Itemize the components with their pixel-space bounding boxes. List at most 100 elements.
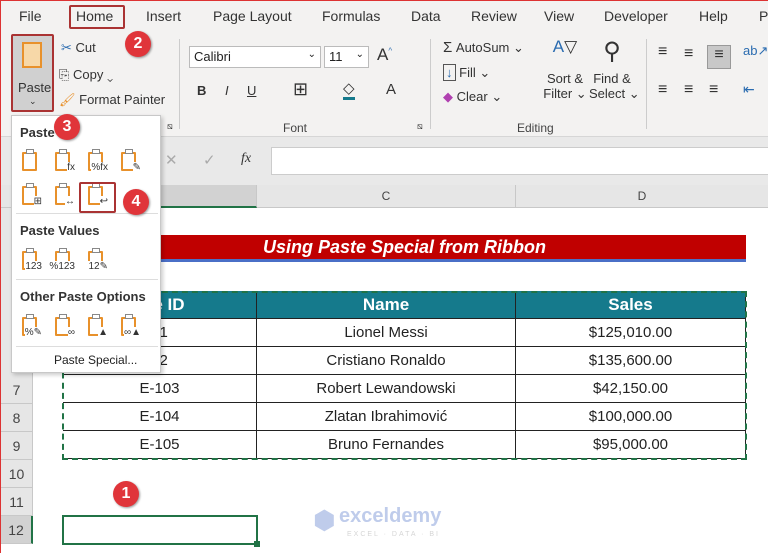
orientation-icon[interactable]: ab↗ — [743, 43, 768, 59]
row-header[interactable]: 9 — [1, 432, 33, 460]
dialog-launcher-icon[interactable]: ⧅ — [167, 121, 173, 132]
autosum-label: AutoSum — [455, 40, 510, 55]
divider — [430, 39, 431, 129]
chevron-down-icon: ⌄ — [307, 49, 316, 60]
decrease-indent-icon[interactable]: ⇤ — [743, 81, 755, 98]
copy-label: Copy — [73, 67, 104, 82]
tab-insert[interactable]: Insert — [146, 8, 181, 24]
bold-button[interactable]: B — [197, 83, 206, 98]
formula-input[interactable] — [271, 147, 768, 175]
increase-font-icon[interactable]: A^ — [377, 45, 392, 65]
paste-picture-icon[interactable]: ▲ — [86, 314, 108, 338]
font-name-select[interactable]: Calibri ⌄ — [189, 46, 321, 68]
select-label: Select — [589, 86, 626, 101]
editing-group-label: Editing — [517, 121, 554, 135]
tab-help[interactable]: Help — [699, 8, 728, 24]
values-number-format-icon[interactable]: %123 — [49, 248, 75, 272]
italic-button[interactable]: I — [225, 83, 229, 98]
icon-symbol: ∞ — [67, 327, 75, 338]
cancel-icon[interactable]: ✕ — [165, 151, 178, 169]
tab-view[interactable]: View — [544, 8, 574, 24]
tab-more[interactable]: P — [759, 8, 768, 24]
find-select-button[interactable]: ⚲ Find & Select ⌄ — [589, 37, 640, 113]
copy-button[interactable]: ⎘ Copy ⌄ — [59, 67, 113, 83]
find-label: Find & — [593, 71, 631, 86]
step-badge-1: 1 — [113, 481, 139, 507]
fill-down-icon: ↓ — [443, 64, 456, 81]
exceldemy-logo-icon: ⬢ — [313, 505, 336, 535]
filter-label: Filter — [543, 86, 573, 101]
icon-symbol: ✎ — [132, 162, 141, 173]
tab-data[interactable]: Data — [411, 8, 441, 24]
tab-file[interactable]: File — [19, 8, 42, 24]
align-left-icon[interactable]: ≡ — [658, 81, 667, 99]
paste-button[interactable]: Paste ⌄ — [11, 34, 54, 112]
column-header-d[interactable]: D — [516, 185, 768, 208]
sigma-icon: Σ — [443, 39, 453, 56]
align-right-icon[interactable]: ≡ — [709, 81, 718, 99]
icon-symbol: 12✎ — [88, 261, 108, 272]
watermark-tag: EXCEL · DATA · BI — [347, 531, 440, 538]
align-center-icon[interactable]: ≡ — [684, 81, 693, 99]
paste-formulas-number-format-icon[interactable]: %fx — [86, 149, 108, 173]
home-highlight — [69, 5, 125, 29]
row-header[interactable]: 11 — [1, 488, 33, 516]
tab-formulas[interactable]: Formulas — [322, 8, 380, 24]
paste-values-icon[interactable]: 123 — [20, 248, 42, 272]
row-header[interactable]: 10 — [1, 460, 33, 488]
font-size-select[interactable]: 11 ⌄ — [324, 46, 369, 68]
sort-filter-button[interactable]: A▽ Sort & Filter ⌄ — [543, 37, 587, 113]
copy-icon: ⎘ — [59, 67, 70, 82]
linked-picture-icon[interactable]: ∞▲ — [119, 314, 141, 338]
paste-icon — [22, 42, 42, 68]
fill-handle[interactable] — [254, 541, 260, 547]
paste-icon[interactable] — [20, 149, 42, 173]
clear-button[interactable]: ◆ Clear ⌄ — [443, 89, 502, 105]
insert-function-icon[interactable]: fx — [241, 151, 251, 167]
align-top-icon[interactable]: ≡ — [658, 43, 667, 61]
sort-filter-icon: A▽ — [552, 37, 578, 56]
row-header[interactable]: 8 — [1, 404, 33, 432]
exceldemy-watermark: ⬢ exceldemy EXCEL · DATA · BI — [313, 505, 441, 538]
format-painter-button[interactable]: 🖌 Format Painter — [59, 92, 165, 108]
underline-button[interactable]: U — [247, 83, 256, 98]
cut-button[interactable]: ✂ Cut — [61, 40, 96, 56]
copy-marquee — [62, 291, 747, 460]
autosum-button[interactable]: Σ AutoSum ⌄ — [443, 39, 524, 56]
fill-button[interactable]: ↓ Fill ⌄ — [443, 64, 490, 81]
column-header-c[interactable]: C — [257, 185, 516, 208]
enter-icon[interactable]: ✓ — [203, 151, 216, 169]
values-source-formatting-icon[interactable]: 12✎ — [86, 248, 108, 272]
paste-label: Paste — [18, 80, 52, 95]
paste-special-menu-item[interactable]: Paste Special... — [54, 353, 137, 367]
no-borders-icon[interactable]: ⊞ — [20, 183, 42, 207]
icon-symbol: %✎ — [24, 327, 42, 338]
brush-icon: 🖌 — [59, 92, 76, 107]
align-middle-icon[interactable]: ≡ — [684, 45, 693, 63]
tab-review[interactable]: Review — [471, 8, 517, 24]
icon-symbol: ↔ — [65, 196, 75, 207]
font-color-icon[interactable]: A — [386, 81, 396, 98]
row-header[interactable]: 12 — [1, 516, 33, 544]
scissors-icon: ✂ — [61, 40, 72, 55]
paste-link-icon[interactable]: ∞ — [53, 314, 75, 338]
paste-formulas-icon[interactable]: fx — [53, 149, 75, 173]
align-bottom-icon[interactable]: ≡ — [707, 45, 731, 69]
icon-symbol: ⊞ — [33, 196, 42, 207]
paste-dropdown-menu: Paste fx %fx ✎ ⊞ ↔ ↩ 123 %123 12✎ %✎ ∞ ▲ ∞▲ Paste Va… — [11, 115, 161, 373]
icon-symbol: 123 — [25, 261, 42, 272]
font-name-value: Calibri — [194, 49, 231, 64]
chevron-down-icon: ⌄ — [355, 49, 364, 60]
dialog-launcher-icon[interactable]: ⧅ — [417, 121, 423, 132]
keep-column-widths-icon[interactable]: ↔ — [53, 183, 75, 207]
sheet-title[interactable]: Using Paste Special from Ribbon — [63, 235, 746, 262]
tab-developer[interactable]: Developer — [604, 8, 668, 24]
keep-source-formatting-icon[interactable]: ✎ — [119, 149, 141, 173]
row-header[interactable]: 7 — [1, 376, 33, 404]
format-painter-label: Format Painter — [79, 92, 166, 107]
active-cell[interactable] — [62, 515, 258, 545]
borders-icon[interactable]: ⊞ — [293, 79, 308, 100]
paste-formatting-icon[interactable]: %✎ — [20, 314, 42, 338]
fill-color-icon[interactable]: ◇ — [343, 79, 355, 100]
tab-page-layout[interactable]: Page Layout — [213, 8, 292, 24]
